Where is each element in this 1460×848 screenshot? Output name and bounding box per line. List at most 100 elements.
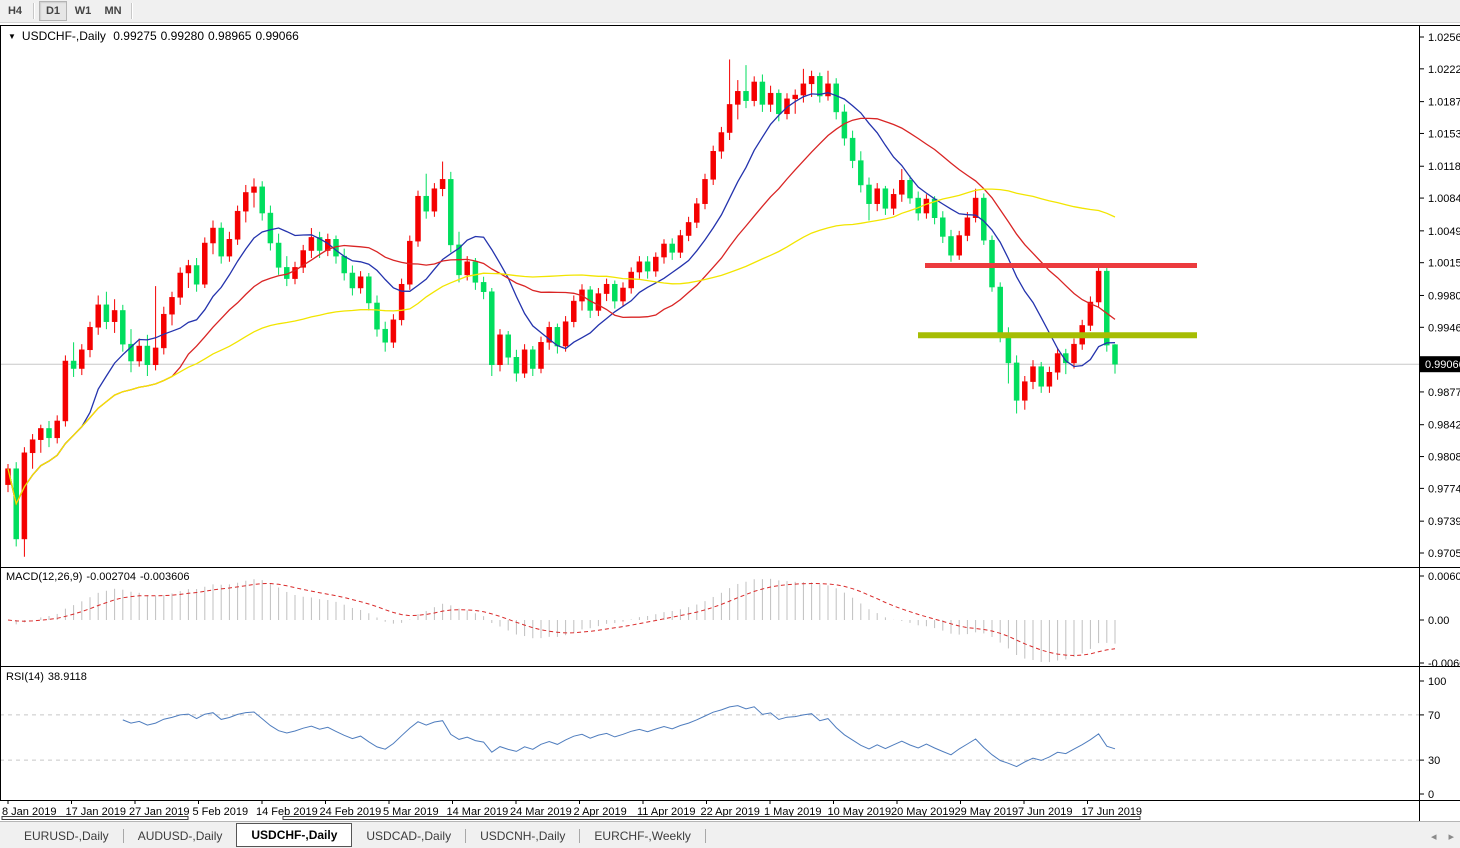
candle-body — [440, 179, 445, 188]
candle-body — [465, 262, 470, 275]
candle-body — [416, 196, 421, 241]
rsi-axis-label: 70 — [1428, 710, 1440, 722]
price-tick-label: 0.98770 — [1428, 387, 1460, 399]
rsi-axis-label: 100 — [1428, 676, 1446, 688]
candle-body — [161, 314, 166, 348]
macd-axis-label: 0.00 — [1428, 615, 1449, 627]
candle-body — [71, 361, 76, 368]
chart-window: 1.025601.022201.018701.015301.011801.008… — [0, 23, 1460, 821]
rsi-value: 38.9118 — [48, 671, 87, 683]
candle-body — [55, 421, 60, 438]
candle-body — [350, 273, 355, 288]
price-tick-label: 0.99460 — [1428, 322, 1460, 334]
macd-signal-value: -0.003606 — [140, 571, 190, 583]
candle-body — [1039, 367, 1044, 387]
candle-body — [63, 361, 68, 421]
candle-body — [563, 322, 568, 346]
candle-body — [243, 192, 248, 211]
candle-body — [891, 194, 896, 208]
candle-body — [875, 189, 880, 204]
price-tick-label: 0.98420 — [1428, 420, 1460, 432]
tab-eurchf-weekly[interactable]: EURCHF-,Weekly — [580, 826, 704, 846]
candle-body — [1113, 345, 1118, 365]
candle-body — [375, 303, 380, 329]
candle-body — [957, 236, 962, 256]
quote-close: 0.99066 — [255, 29, 298, 43]
candle-body — [1014, 363, 1019, 400]
candle-body — [637, 262, 642, 272]
candle-body — [908, 180, 913, 198]
candle-body — [366, 277, 371, 303]
candle-body — [79, 350, 84, 369]
timeframe-button-w1[interactable]: W1 — [69, 1, 97, 21]
quote-low: 0.98965 — [208, 29, 251, 43]
candle-body — [268, 213, 273, 243]
candle-body — [899, 180, 904, 194]
candle-body — [735, 91, 740, 104]
timeframe-button-d1[interactable]: D1 — [39, 1, 67, 21]
price-tick-label: 1.00150 — [1428, 258, 1460, 270]
macd-axis-label: -0.006096 — [1428, 658, 1460, 670]
candle-body — [1096, 271, 1101, 302]
candle-body — [260, 187, 265, 213]
tab-scroll-right-icon[interactable]: ▸ — [1448, 830, 1454, 843]
quote-high: 0.99280 — [161, 29, 204, 43]
tab-usdcnh-daily[interactable]: USDCNH-,Daily — [466, 826, 579, 846]
candle-body — [998, 287, 1003, 335]
price-tick-label: 1.00840 — [1428, 193, 1460, 205]
candle-body — [22, 453, 27, 539]
candle-body — [604, 284, 609, 293]
candle-body — [358, 277, 363, 288]
candle-body — [940, 218, 945, 237]
tab-eurusd-daily[interactable]: EURUSD-,Daily — [10, 826, 123, 846]
tab-usdcad-daily[interactable]: USDCAD-,Daily — [352, 826, 465, 846]
tab-usdchf-daily[interactable]: USDCHF-,Daily — [236, 823, 352, 847]
candle-body — [1072, 344, 1077, 363]
candle-body — [514, 357, 519, 373]
candle-body — [38, 428, 43, 439]
candle-body — [235, 211, 240, 239]
chevron-down-icon: ▼ — [8, 32, 16, 41]
candle-body — [178, 273, 183, 297]
price-tick-label: 0.97740 — [1428, 483, 1460, 495]
candle-body — [629, 272, 634, 288]
price-tick-label: 0.97050 — [1428, 548, 1460, 560]
macd-axis-label: 0.006058 — [1428, 571, 1460, 583]
candle-body — [883, 189, 888, 209]
candle-body — [678, 236, 683, 253]
candle-body — [211, 228, 216, 243]
toolbar-separator — [131, 3, 133, 19]
candle-body — [202, 243, 207, 284]
candle-body — [227, 239, 232, 256]
candle-body — [276, 243, 281, 267]
candle-body — [424, 196, 429, 211]
chart-quote-header: ▼USDCHF-,Daily 0.992750.992800.989650.99… — [8, 29, 303, 43]
tab-scroll-left-icon[interactable]: ◂ — [1431, 830, 1437, 843]
candle-body — [137, 346, 142, 361]
rsi-label: RSI(14) 38.9118 — [6, 671, 91, 683]
candle-body — [432, 189, 437, 211]
chart-canvas[interactable]: 1.025601.022201.018701.015301.011801.008… — [0, 23, 1460, 821]
candle-body — [498, 335, 503, 365]
candle-body — [670, 244, 675, 252]
candle-body — [252, 187, 257, 193]
candle-body — [645, 262, 650, 271]
candle-body — [916, 198, 921, 213]
rsi-name: RSI(14) — [6, 671, 44, 683]
candle-body — [88, 327, 93, 349]
candle-body — [219, 228, 224, 256]
candle-body — [506, 335, 511, 357]
horizontal-scrollbar[interactable] — [2, 817, 188, 820]
tab-audusd-daily[interactable]: AUDUSD-,Daily — [124, 826, 237, 846]
macd-main-value: -0.002704 — [86, 571, 136, 583]
current-price-badge-label: 0.99066 — [1425, 359, 1460, 371]
candle-body — [47, 428, 52, 437]
candle-body — [1006, 335, 1011, 363]
price-tick-label: 1.02220 — [1428, 64, 1460, 76]
timeframe-button-mn[interactable]: MN — [99, 1, 127, 21]
tab-scroll-controls: ◂ ▸ — [1431, 822, 1454, 848]
horizontal-scrollbar[interactable] — [283, 817, 1140, 820]
candle-body — [858, 161, 863, 185]
candle-body — [760, 82, 765, 104]
timeframe-button-h4[interactable]: H4 — [1, 1, 29, 21]
